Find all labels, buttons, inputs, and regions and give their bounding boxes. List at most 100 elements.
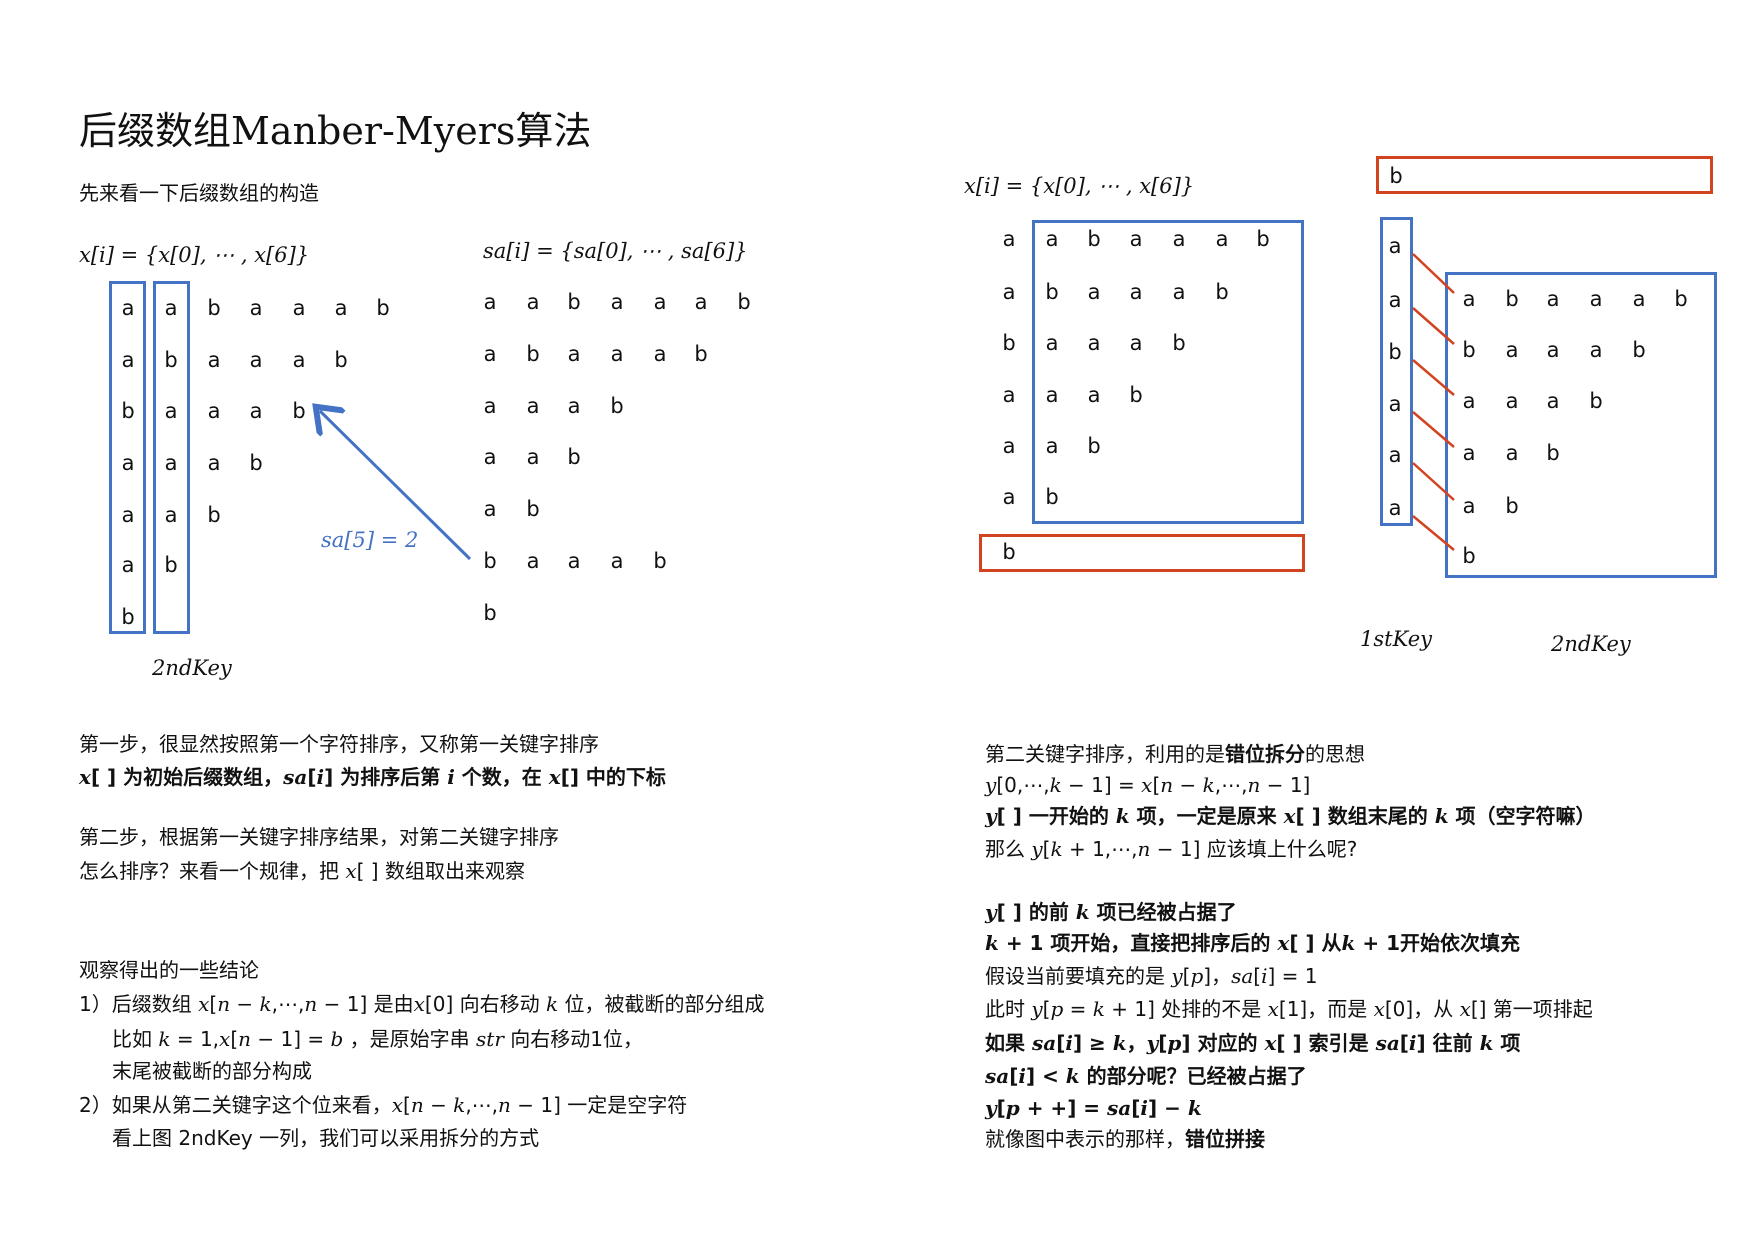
shift-grid-char: a: [1002, 434, 1016, 458]
text-segment: x: [391, 1093, 404, 1117]
right-text-line: 就像图中表示的那样，错位拼接: [985, 1127, 1265, 1151]
shift-grid-char: b: [1087, 434, 1101, 458]
text-segment: i: [447, 765, 455, 789]
text-segment: − 1]: [1260, 773, 1311, 797]
text-segment: x: [198, 992, 210, 1016]
right-text-line: y[ ] 一开始的 k 项，一定是原来 x[ ] 数组末尾的 k 项（空字符嘛）: [985, 804, 1596, 828]
sorted-suffix-char: a: [610, 290, 624, 314]
left-text-line: x[ ] 为初始后缀数组，sa[i] 为排序后第 i 个数，在 x[] 中的下标: [79, 765, 666, 789]
sorted-suffix-char: a: [526, 290, 540, 314]
connector-line: [1412, 359, 1455, 396]
text-segment: 此时: [985, 997, 1032, 1021]
right-text-line: 第二关键字排序，利用的是错位拆分的思想: [985, 742, 1365, 766]
sorted-suffix-char: a: [483, 445, 497, 469]
connector-line: [1412, 411, 1455, 448]
right-text-line: y[p + +] = sa[i] − k: [985, 1096, 1202, 1120]
text-segment: k: [1092, 997, 1105, 1021]
x-suffix-char: a: [292, 296, 306, 320]
right-text-line: k + 1 项开始，直接把排序后的 x[ ] 从k + 1开始依次填充: [985, 931, 1520, 955]
x-suffix-char: b: [164, 348, 178, 372]
text-segment: i: [1408, 1031, 1417, 1055]
text-segment: [] 中的下标: [560, 765, 666, 789]
text-segment: [: [230, 1027, 239, 1051]
text-segment: x: [1264, 1031, 1277, 1055]
text-segment: x: [1283, 804, 1296, 828]
text-segment: ]，: [1203, 964, 1232, 988]
text-segment: [0] 向右移动: [424, 992, 546, 1016]
conclusion-line: 末尾被截断的部分构成: [112, 1059, 312, 1083]
x-suffix-char: a: [249, 296, 263, 320]
x-suffix-char: a: [121, 553, 135, 577]
text-segment: 第二关键字排序，利用的是: [985, 742, 1225, 766]
x-suffix-char: a: [207, 451, 221, 475]
text-segment: y: [1146, 1031, 1159, 1055]
text-segment: k: [1434, 804, 1449, 828]
second-key-char: b: [1505, 287, 1519, 311]
text-segment: sa: [985, 1064, 1010, 1088]
text-segment: [: [1399, 1031, 1409, 1055]
text-segment: k: [158, 1027, 171, 1051]
text-segment: x: [1277, 931, 1290, 955]
text-segment: y: [1031, 997, 1043, 1021]
x-suffix-char: a: [292, 348, 306, 372]
x-suffix-char: a: [164, 451, 178, 475]
right-text-line: 如果 sa[i] ≥ k，y[p] 对应的 x[ ] 索引是 sa[i] 往前 …: [985, 1031, 1520, 1055]
shift-grid-char: a: [1087, 331, 1101, 355]
x-suffix-char: a: [121, 451, 135, 475]
text-segment: x: [345, 859, 357, 883]
text-segment: [ ] 从: [1289, 931, 1342, 955]
text-segment: 如果: [985, 1031, 1032, 1055]
text-segment: + 1] 处排的不是: [1104, 997, 1268, 1021]
text-segment: [: [1009, 1064, 1019, 1088]
sorted-suffix-char: a: [567, 394, 581, 418]
sa-arrow: [320, 411, 472, 561]
text-segment: y: [985, 1096, 997, 1120]
text-segment: [ ] 索引是: [1276, 1031, 1376, 1055]
second-key-char: a: [1462, 287, 1476, 311]
text-segment: 位，被截断的部分组成: [558, 992, 765, 1016]
text-segment: ] 往前: [1416, 1031, 1480, 1055]
text-segment: [ ] 数组末尾的: [1295, 804, 1435, 828]
text-segment: p: [1167, 1031, 1182, 1055]
text-segment: 第一步，很显然按照第一个字符排序，又称第一关键字排序: [79, 732, 599, 756]
shift-grid-char: a: [1045, 331, 1059, 355]
text-segment: y: [1171, 964, 1183, 988]
text-segment: x: [1459, 997, 1471, 1021]
text-segment: 观察得出的一些结论: [79, 958, 259, 982]
x-suffix-char: a: [121, 296, 135, 320]
text-segment: k: [1115, 804, 1130, 828]
text-segment: ] 对应的: [1181, 1031, 1265, 1055]
text-segment: n: [238, 1027, 252, 1051]
text-segment: 比如: [112, 1027, 159, 1051]
text-segment: [: [1056, 1031, 1066, 1055]
x-suffix-char: b: [207, 503, 221, 527]
x-suffix-char: b: [121, 605, 135, 629]
x-suffix-char: a: [164, 296, 178, 320]
text-segment: x: [413, 992, 425, 1016]
sorted-suffix-char: a: [610, 342, 624, 366]
first-key-char: b: [1388, 340, 1402, 364]
right-text-line: 那么 y[k + 1,⋯,n − 1] 应该填上什么呢?: [985, 837, 1357, 861]
sorted-suffix-char: b: [737, 290, 751, 314]
text-segment: + +] =: [1019, 1096, 1108, 1120]
conclusion-line: 看上图 2ndKey 一列，我们可以采用拆分的方式: [112, 1126, 539, 1150]
text-segment: [: [1131, 1096, 1141, 1120]
text-segment: ] = 1: [1267, 964, 1318, 988]
text-segment: n − k: [217, 992, 272, 1016]
sorted-suffix-char: a: [526, 394, 540, 418]
text-segment: str: [476, 1027, 504, 1051]
sorted-suffix-char: b: [653, 549, 667, 573]
text-segment: 看上图 2ndKey 一列，我们可以采用拆分的方式: [112, 1126, 540, 1150]
text-segment: p: [1005, 1096, 1020, 1120]
first-key-char: a: [1388, 234, 1402, 258]
text-segment: 怎么排序？来看一个规律，把: [79, 859, 346, 883]
text-segment: k: [985, 931, 999, 955]
second-key-char: a: [1546, 338, 1560, 362]
x-suffix-char: a: [164, 399, 178, 423]
text-segment: ,⋯,: [1214, 773, 1248, 797]
shift-grid-char: a: [1045, 434, 1059, 458]
text-segment: =: [1063, 997, 1093, 1021]
text-segment: n − k: [1160, 773, 1215, 797]
text-segment: 为初始后缀数组，: [123, 765, 284, 789]
sorted-suffix-char: b: [567, 445, 581, 469]
